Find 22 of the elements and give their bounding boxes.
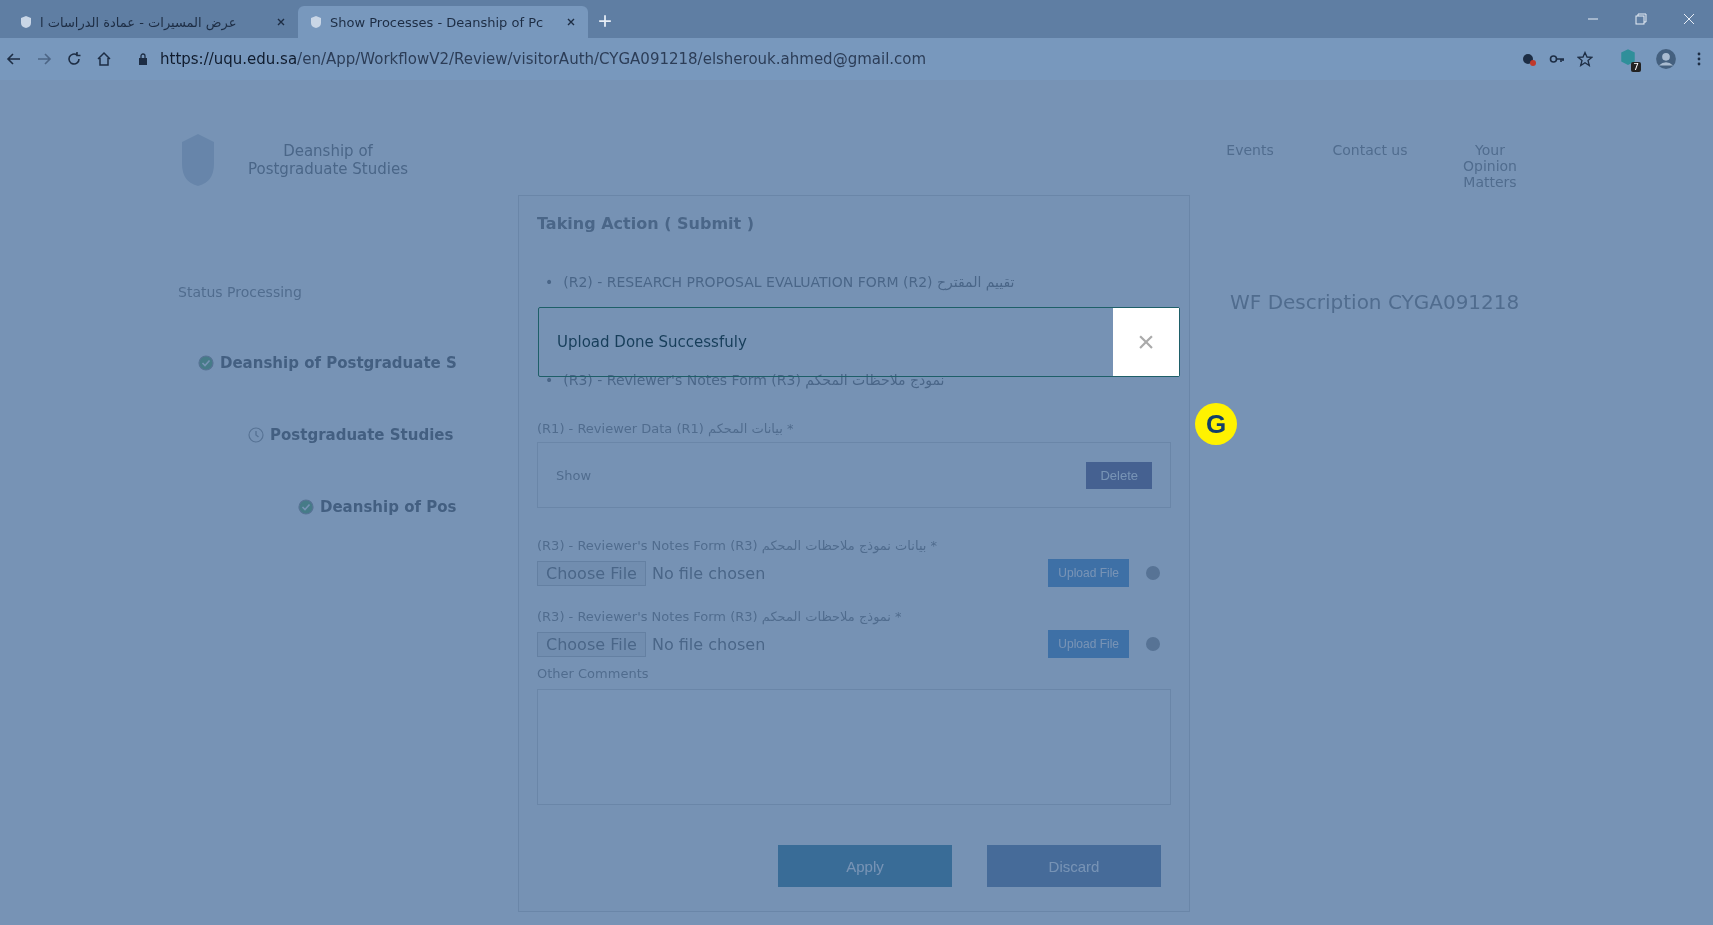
crest-icon (20, 15, 32, 29)
forward-icon[interactable] (36, 51, 52, 67)
home-icon[interactable] (96, 51, 112, 67)
url-text: https://uqu.edu.sa/en/App/WorkflowV2/Review/visitorAuth/CYGA091218/elsherouk.ahmed@gmail.com (160, 50, 927, 68)
extension-badge: 7 (1631, 62, 1641, 72)
browser-tab[interactable]: Show Processes - Deanship of Pc (298, 6, 588, 38)
lock-icon (138, 53, 148, 65)
crest-icon (310, 15, 322, 29)
close-icon[interactable] (276, 17, 286, 27)
avatar-icon[interactable] (1655, 48, 1677, 70)
star-icon[interactable] (1577, 51, 1593, 67)
toast-message: Upload Done Successfuly × (538, 307, 1180, 377)
list-bullet: • (545, 273, 554, 291)
extension-badge[interactable]: G (1195, 403, 1237, 445)
close-button[interactable]: × (1113, 308, 1179, 376)
address-field[interactable]: https://uqu.edu.sa/en/App/WorkflowV2/Review/visitorAuth/CYGA091218/elsherouk.ahmed@gmail.com (126, 43, 1605, 75)
back-icon[interactable] (6, 51, 22, 67)
restore-icon[interactable] (1635, 13, 1647, 25)
close-icon[interactable] (566, 17, 576, 27)
browser-tab[interactable]: عرض المسيرات - عمادة الدراسات ا (8, 6, 298, 38)
reload-icon[interactable] (66, 51, 82, 67)
new-tab-icon[interactable] (598, 14, 612, 28)
